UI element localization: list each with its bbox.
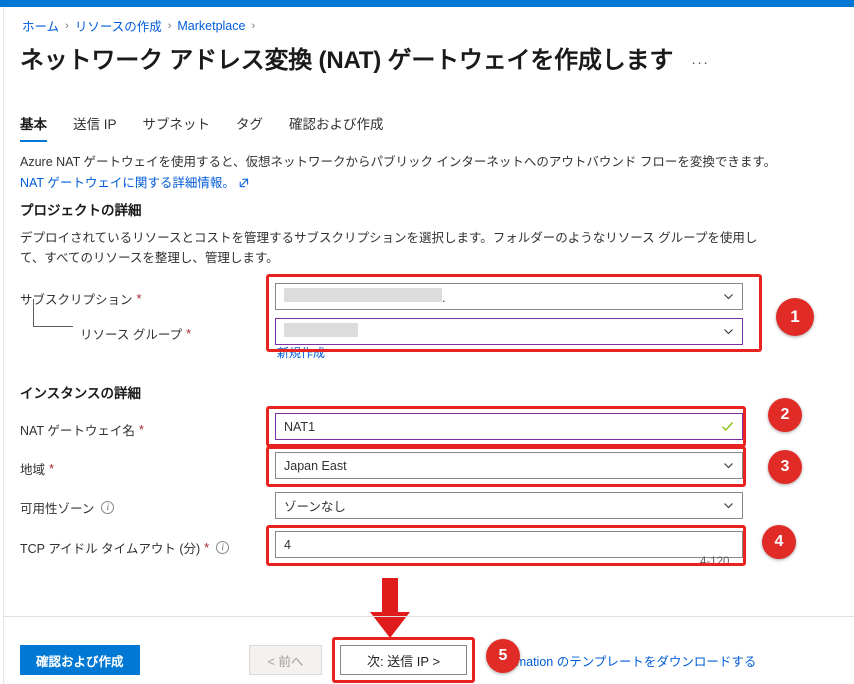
tcp-idle-timeout-range-hint: 4-120	[700, 556, 729, 568]
region-value: Japan East	[284, 459, 717, 473]
breadcrumb-item-marketplace[interactable]: Marketplace	[177, 19, 245, 33]
region-label-text: 地域	[20, 459, 45, 478]
more-options-icon[interactable]: ···	[691, 54, 709, 75]
redacted-resource-group-value	[284, 323, 358, 337]
availability-zone-value: ゾーンなし	[284, 496, 717, 515]
tab-outbound-ip[interactable]: 送信 IP	[73, 113, 133, 142]
info-icon[interactable]: i	[101, 501, 114, 514]
tcp-idle-timeout-value: 4	[284, 538, 734, 552]
next-outbound-ip-button[interactable]: 次: 送信 IP >	[340, 645, 467, 675]
project-details-heading: プロジェクトの詳細	[20, 199, 142, 219]
create-new-resource-group-link[interactable]: 新規作成	[277, 344, 325, 361]
annotation-badge-3: 3	[768, 450, 802, 484]
breadcrumb-item-home[interactable]: ホーム	[22, 16, 59, 35]
tcp-idle-timeout-input[interactable]: 4	[275, 531, 743, 558]
resource-group-value	[284, 323, 717, 340]
info-icon[interactable]: i	[216, 541, 229, 554]
nat-gateway-name-label-text: NAT ゲートウェイ名	[20, 420, 135, 439]
azure-top-accent-bar	[0, 0, 854, 7]
page-title-row: ネットワーク アドレス変換 (NAT) ゲートウェイを作成します ···	[20, 40, 709, 75]
instance-details-heading: インスタンスの詳細	[20, 382, 141, 402]
region-select[interactable]: Japan East	[275, 452, 743, 479]
review-and-create-button[interactable]: 確認および作成	[20, 645, 140, 675]
breadcrumb-separator-icon: ›	[65, 20, 69, 32]
previous-button: < 前へ	[249, 645, 322, 675]
tcp-idle-timeout-label: TCP アイドル タイムアウト (分) * i	[20, 538, 229, 557]
region-label: 地域 *	[20, 459, 54, 478]
external-link-icon	[239, 177, 249, 187]
availability-zone-label: 可用性ゾーン i	[20, 498, 114, 517]
tcp-idle-timeout-label-text: TCP アイドル タイムアウト (分)	[20, 538, 200, 557]
required-marker: *	[49, 462, 54, 475]
subscription-value: .	[284, 288, 717, 305]
annotation-badge-5: 5	[486, 639, 520, 673]
project-details-subtext: デプロイされているリソースとコストを管理するサブスクリプションを選択します。フォ…	[20, 228, 760, 268]
left-rail-divider	[3, 7, 4, 684]
chevron-down-icon	[723, 291, 734, 302]
breadcrumb-separator-icon: ›	[251, 20, 255, 32]
breadcrumb-separator-icon: ›	[168, 20, 172, 32]
chevron-down-icon	[723, 500, 734, 511]
tab-subnet[interactable]: サブネット	[143, 113, 227, 142]
resource-group-select[interactable]	[275, 318, 743, 345]
nat-gateway-name-label: NAT ゲートウェイ名 *	[20, 420, 144, 439]
learn-more-row: NAT ゲートウェイに関する詳細情報。	[20, 172, 249, 191]
annotation-badge-2: 2	[768, 398, 802, 432]
subscription-select[interactable]: .	[275, 283, 743, 310]
learn-more-link[interactable]: NAT ゲートウェイに関する詳細情報。	[20, 172, 235, 191]
chevron-down-icon	[723, 460, 734, 471]
wizard-tabs: 基本 送信 IP サブネット タグ 確認および作成	[20, 113, 410, 142]
redacted-subscription-value	[284, 288, 442, 302]
required-marker: *	[139, 423, 144, 436]
availability-zone-select[interactable]: ゾーンなし	[275, 492, 743, 519]
down-arrow-icon	[368, 578, 412, 640]
page-title: ネットワーク アドレス変換 (NAT) ゲートウェイを作成します	[20, 40, 673, 75]
resource-group-label: リソース グループ *	[80, 324, 191, 343]
availability-zone-label-text: 可用性ゾーン	[20, 498, 94, 517]
required-marker: *	[204, 541, 209, 554]
tab-review-create[interactable]: 確認および作成	[289, 113, 400, 142]
breadcrumb-item-create-resource[interactable]: リソースの作成	[75, 16, 162, 35]
resource-group-label-text: リソース グループ	[80, 324, 182, 343]
nat-gateway-name-value: NAT1	[284, 420, 721, 434]
required-marker: *	[186, 327, 191, 340]
download-automation-template-link[interactable]: Automation のテンプレートをダウンロードする	[490, 651, 756, 670]
footer-divider	[4, 616, 854, 617]
nat-gateway-name-input[interactable]: NAT1	[275, 413, 743, 440]
check-icon	[721, 420, 734, 433]
chevron-down-icon	[723, 326, 734, 337]
tab-basics[interactable]: 基本	[20, 113, 63, 142]
required-marker: *	[137, 292, 142, 305]
resource-group-tree-connector	[33, 299, 73, 327]
tab-tags[interactable]: タグ	[236, 113, 279, 142]
breadcrumb: ホーム › リソースの作成 › Marketplace ›	[22, 16, 261, 35]
annotation-badge-4: 4	[762, 525, 796, 559]
page-description: Azure NAT ゲートウェイを使用すると、仮想ネットワークからパブリック イ…	[20, 153, 776, 172]
annotation-badge-1: 1	[776, 298, 814, 336]
